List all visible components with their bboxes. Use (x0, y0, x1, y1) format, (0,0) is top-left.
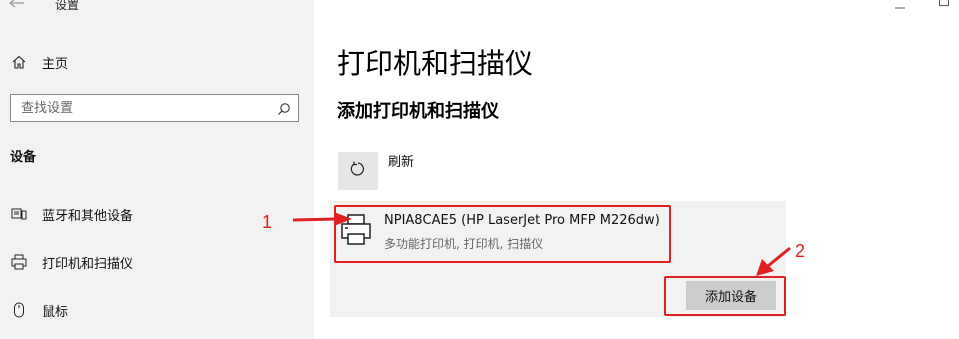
printer-icon (338, 211, 374, 247)
section-title: 设备 (10, 150, 37, 165)
sidebar-item-label: 主页 (42, 56, 69, 72)
printer-icon (10, 253, 28, 271)
sidebar-item-mouse[interactable]: 鼠标 (0, 292, 314, 328)
sidebar-item-home[interactable]: 主页 (0, 44, 314, 80)
annotation-step-1: 1 (262, 212, 273, 232)
device-type: 多功能打印机, 打印机, 扫描仪 (384, 237, 544, 251)
sidebar-item-label: 蓝牙和其他设备 (42, 208, 134, 224)
sidebar-item-printers[interactable]: 打印机和扫描仪 (0, 244, 314, 280)
add-device-button[interactable]: 添加设备 (686, 281, 776, 310)
sidebar: 设置 主页 设备 蓝牙和其他设备 打印机和扫描仪 (0, 0, 314, 339)
search-icon[interactable] (277, 101, 291, 115)
app-title: 设置 (55, 0, 80, 12)
settings-window: 设置 主页 设备 蓝牙和其他设备 打印机和扫描仪 (0, 0, 959, 339)
search-input[interactable] (11, 95, 261, 121)
maximize-icon[interactable] (939, 0, 949, 6)
mouse-icon (10, 301, 28, 319)
minimize-icon[interactable] (894, 0, 906, 9)
refresh-icon (349, 160, 367, 182)
refresh-button[interactable] (338, 152, 378, 190)
bluetooth-devices-icon (10, 205, 28, 223)
page-title: 打印机和扫描仪 (337, 47, 534, 80)
home-icon (10, 53, 28, 71)
device-name: NPIA8CAE5 (HP LaserJet Pro MFP M226dw) (384, 213, 660, 228)
annotation-step-2: 2 (795, 241, 806, 261)
refresh-label[interactable]: 刷新 (388, 151, 414, 170)
search-box[interactable] (10, 94, 299, 122)
back-arrow-icon[interactable] (9, 0, 29, 12)
sidebar-item-label: 打印机和扫描仪 (42, 256, 134, 272)
add-section-title: 添加打印机和扫描仪 (337, 101, 499, 122)
main-content: 打印机和扫描仪 添加打印机和扫描仪 刷新 NPIA8CAE5 (HP Laser… (314, 0, 959, 339)
sidebar-item-label: 鼠标 (42, 304, 69, 320)
